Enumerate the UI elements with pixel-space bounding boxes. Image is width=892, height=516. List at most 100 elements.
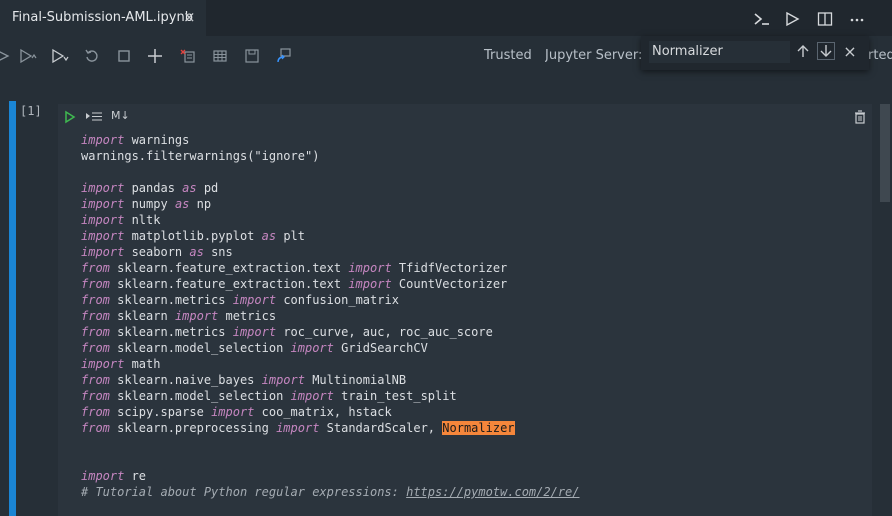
tab-notebook[interactable]: Final-Submission-AML.ipynb × xyxy=(0,0,206,36)
run-by-line-icon[interactable] xyxy=(85,109,103,128)
code-token: sns xyxy=(203,245,233,259)
code-line: # Tutorial about Python regular expressi… xyxy=(81,484,580,500)
code-token: import xyxy=(232,325,277,339)
code-token: CountVectorizer xyxy=(391,277,508,291)
code-token: ("ignore") xyxy=(247,149,320,163)
code-token: matplotlib.pyplot xyxy=(124,229,262,243)
code-line: import matplotlib.pyplot as plt xyxy=(81,228,580,244)
code-token: seaborn xyxy=(124,245,190,259)
cell-selection-bar xyxy=(9,101,16,516)
split-editor-icon[interactable] xyxy=(815,9,835,29)
code-line: import seaborn as sns xyxy=(81,244,580,260)
previous-match-icon[interactable] xyxy=(794,42,812,60)
code-token: import xyxy=(81,245,125,259)
more-actions-icon[interactable] xyxy=(847,9,867,29)
tab-title: Final-Submission-AML.ipynb xyxy=(12,10,193,25)
code-token: from xyxy=(81,421,110,435)
code-token: from xyxy=(81,309,110,323)
code-token: sklearn.model_selection xyxy=(109,341,291,355)
code-line: import pandas as pd xyxy=(81,180,580,196)
export-icon[interactable] xyxy=(275,47,293,65)
code-token: import xyxy=(232,293,277,307)
restart-kernel-icon[interactable] xyxy=(83,47,101,65)
run-icon[interactable] xyxy=(782,9,802,29)
code-token: import xyxy=(81,357,125,371)
search-match-highlight: Normalizer xyxy=(442,421,515,435)
code-token: import xyxy=(81,469,125,483)
code-line: import math xyxy=(81,356,580,372)
code-token: https://pymotw.com/2/re/ xyxy=(406,485,580,499)
code-token: as xyxy=(189,245,204,259)
delete-cell-icon[interactable] xyxy=(854,109,866,128)
code-line: warnings.filterwarnings("ignore") xyxy=(81,148,580,164)
code-token: sklearn.feature_extraction.text xyxy=(109,261,349,275)
code-token: nltk xyxy=(124,213,161,227)
interrupt-kernel-icon[interactable] xyxy=(115,47,133,65)
code-token: StandardScaler, xyxy=(319,421,443,435)
code-token: sklearn.feature_extraction.text xyxy=(109,277,349,291)
code-token: plt xyxy=(276,229,305,243)
code-token: import xyxy=(211,405,255,419)
code-token: filterwarnings xyxy=(146,149,248,163)
run-above-icon[interactable] xyxy=(19,47,37,65)
trusted-status[interactable]: Trusted xyxy=(484,48,532,63)
find-input[interactable]: Normalizer xyxy=(649,41,790,63)
code-token: import xyxy=(81,197,125,211)
find-widget: Normalizer × xyxy=(641,36,869,70)
code-token: import xyxy=(348,277,392,291)
code-token: # Tutorial about Python regular expressi… xyxy=(81,485,407,499)
code-line: from sklearn import metrics xyxy=(81,308,580,324)
code-token: train_test_split xyxy=(333,389,457,403)
code-line: from sklearn.model_selection import trai… xyxy=(81,388,580,404)
kernel-status-clipped: rted xyxy=(868,48,892,63)
run-below-icon[interactable] xyxy=(51,47,69,65)
code-token: from xyxy=(81,277,110,291)
code-token: sklearn.metrics xyxy=(109,325,233,339)
code-token: from xyxy=(81,293,110,307)
code-token: import xyxy=(81,181,125,195)
code-token: sklearn.naive_bayes xyxy=(109,373,262,387)
code-token: import xyxy=(276,421,320,435)
code-token: metrics xyxy=(218,309,277,323)
code-token: import xyxy=(81,213,125,227)
editor-actions xyxy=(752,9,892,29)
code-token: scipy.sparse xyxy=(109,405,212,419)
code-token: warnings xyxy=(124,133,190,147)
code-line: from scipy.sparse import coo_matrix, hst… xyxy=(81,404,580,420)
clear-outputs-icon[interactable] xyxy=(179,47,197,65)
code-token: as xyxy=(182,181,197,195)
code-token: as xyxy=(174,197,190,211)
code-line: from sklearn.metrics import confusion_ma… xyxy=(81,292,580,308)
code-token: pandas xyxy=(124,181,183,195)
scrollbar-thumb[interactable] xyxy=(880,104,890,202)
close-find-icon[interactable]: × xyxy=(841,42,859,61)
markdown-toggle[interactable]: M↓ xyxy=(111,109,130,122)
code-token: coo_matrix, hstack xyxy=(254,405,392,419)
code-token: confusion_matrix xyxy=(276,293,399,307)
add-cell-icon[interactable] xyxy=(146,47,164,65)
variables-icon[interactable] xyxy=(211,47,229,65)
code-token: import xyxy=(81,229,125,243)
code-token: from xyxy=(81,389,110,403)
execution-count: [1] xyxy=(20,104,42,118)
code-token: import xyxy=(174,309,219,323)
code-token: from xyxy=(81,261,110,275)
terminal-icon[interactable] xyxy=(752,9,772,29)
jupyter-server-status[interactable]: Jupyter Server: l xyxy=(545,48,641,63)
run-cell-icon[interactable] xyxy=(64,109,76,128)
code-token: import xyxy=(261,373,305,387)
next-match-icon[interactable] xyxy=(817,42,835,60)
save-icon[interactable] xyxy=(243,47,261,65)
run-all-icon[interactable] xyxy=(0,47,12,65)
code-line: from sklearn.feature_extraction.text imp… xyxy=(81,276,580,292)
close-icon[interactable]: × xyxy=(183,9,196,25)
code-token: pd xyxy=(196,181,219,195)
code-token: sklearn.preprocessing xyxy=(109,421,277,435)
code-token: as xyxy=(261,229,277,243)
code-token: from xyxy=(81,341,110,355)
code-token: GridSearchCV xyxy=(333,341,428,355)
code-token: numpy xyxy=(124,197,175,211)
